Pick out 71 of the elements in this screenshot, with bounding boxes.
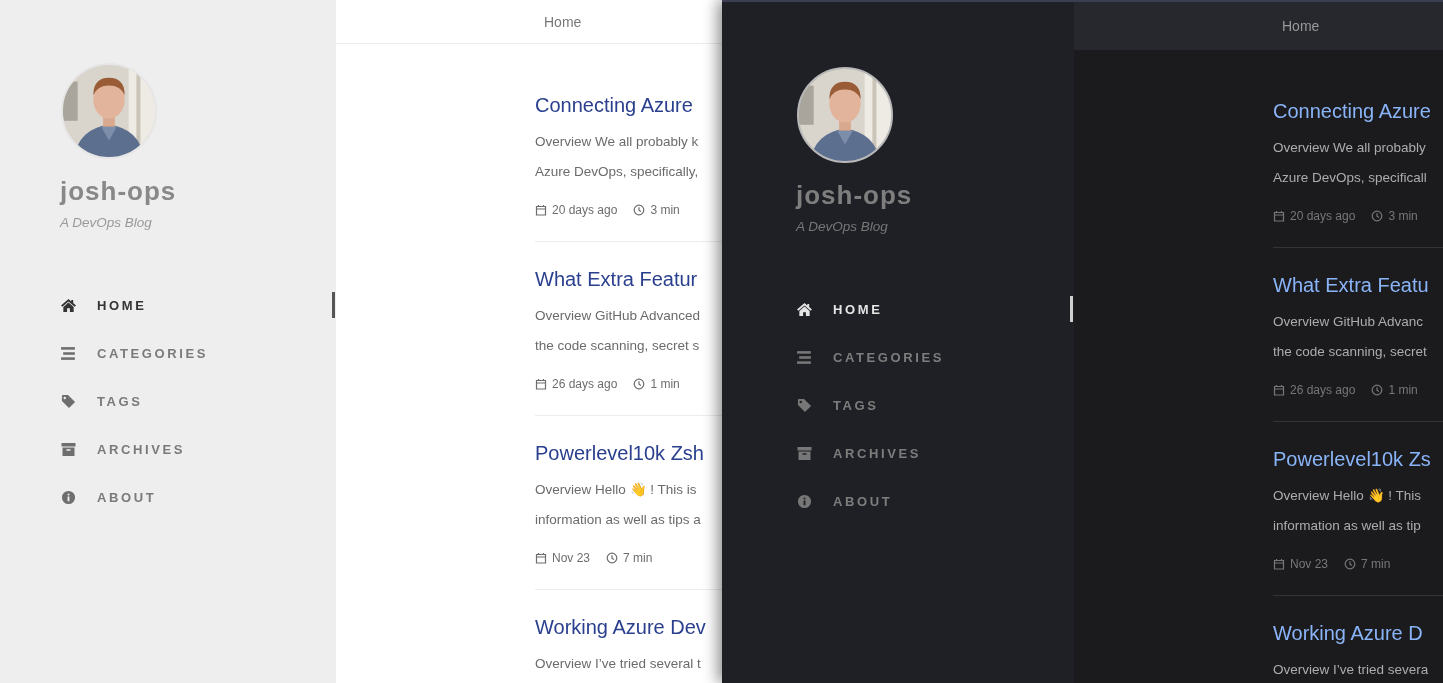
post-excerpt: Overview I’ve tried severa: [1273, 661, 1429, 679]
clock-icon: [606, 552, 619, 564]
clock-icon: [1344, 558, 1357, 570]
post-excerpt: Overview GitHub Advanced: [535, 307, 701, 325]
info-icon: [796, 493, 813, 509]
post-title-link[interactable]: Working Azure Dev: [535, 612, 706, 642]
menu-icon: [60, 345, 77, 361]
archive-icon: [796, 445, 813, 461]
nav-item[interactable]: ABOUT: [60, 484, 335, 510]
nav-item[interactable]: CATEGORIES: [60, 340, 335, 366]
clock-icon: [633, 378, 646, 390]
info-icon: [60, 489, 77, 505]
site-subtitle: A DevOps Blog: [60, 215, 152, 230]
clock-icon: [1371, 210, 1384, 222]
home-icon: [796, 301, 813, 317]
post-title-link[interactable]: Working Azure D: [1273, 618, 1423, 648]
post-title-link[interactable]: What Extra Featur: [535, 264, 698, 294]
read-time: 1 min: [1388, 382, 1418, 399]
site-subtitle: A DevOps Blog: [796, 219, 888, 234]
calendar-icon: [1273, 558, 1285, 570]
post-excerpt: Overview We all probably k: [535, 133, 699, 151]
post-date: Nov 23: [1290, 556, 1329, 573]
page-title: Home: [1282, 18, 1320, 34]
nav-item[interactable]: ABOUT: [796, 488, 1073, 514]
read-time: 7 min: [623, 550, 653, 567]
clock-icon: [1371, 384, 1384, 396]
post-excerpt: Azure DevOps, specifically,: [535, 163, 699, 181]
calendar-icon: [535, 204, 547, 216]
calendar-icon: [535, 552, 547, 564]
calendar-icon: [535, 378, 547, 390]
read-time: 7 min: [1361, 556, 1391, 573]
post-excerpt: Overview We all probably: [1273, 139, 1426, 157]
post-date: 20 days ago: [552, 202, 618, 219]
post-title-link[interactable]: What Extra Featu: [1273, 270, 1429, 300]
post-excerpt: information as well as tips a: [535, 511, 701, 529]
read-time: 1 min: [650, 376, 680, 393]
post-excerpt: the code scanning, secret: [1273, 343, 1427, 361]
post-date: 26 days ago: [552, 376, 618, 393]
post-date: 26 days ago: [1290, 382, 1356, 399]
nav-item[interactable]: TAGS: [796, 392, 1073, 418]
page-title: Home: [544, 13, 582, 30]
nav-item[interactable]: ARCHIVES: [60, 436, 335, 462]
clock-icon: [633, 204, 646, 216]
tag-icon: [796, 397, 813, 413]
post-excerpt: the code scanning, secret s: [535, 337, 700, 355]
post-excerpt: Azure DevOps, specificall: [1273, 169, 1427, 187]
nav-item[interactable]: TAGS: [60, 388, 335, 414]
nav-item[interactable]: ARCHIVES: [796, 440, 1073, 466]
post-date: 20 days ago: [1290, 208, 1356, 225]
tag-icon: [60, 393, 77, 409]
calendar-icon: [1273, 210, 1285, 222]
nav-item[interactable]: CATEGORIES: [796, 344, 1073, 370]
nav-item[interactable]: HOME: [60, 292, 335, 318]
post-date: Nov 23: [552, 550, 591, 567]
post-excerpt: Overview I’ve tried several t: [535, 655, 701, 673]
post-excerpt: Overview Hello 👋 ! This is: [535, 481, 697, 499]
post-title-link[interactable]: Connecting Azure: [535, 90, 693, 120]
read-time: 3 min: [650, 202, 680, 219]
home-icon: [60, 297, 77, 313]
calendar-icon: [1273, 384, 1285, 396]
menu-icon: [796, 349, 813, 365]
post-title-link[interactable]: Powerlevel10k Zsh: [535, 438, 704, 468]
post-title-link[interactable]: Connecting Azure: [1273, 96, 1431, 126]
site-title[interactable]: josh-ops: [796, 180, 913, 211]
post-title-link[interactable]: Powerlevel10k Zs: [1273, 444, 1431, 474]
archive-icon: [60, 441, 77, 457]
post-excerpt: Overview GitHub Advanc: [1273, 313, 1424, 331]
post-excerpt: Overview Hello 👋 ! This: [1273, 487, 1422, 505]
nav-item[interactable]: HOME: [796, 296, 1073, 322]
post-excerpt: information as well as tip: [1273, 517, 1421, 535]
read-time: 3 min: [1388, 208, 1418, 225]
